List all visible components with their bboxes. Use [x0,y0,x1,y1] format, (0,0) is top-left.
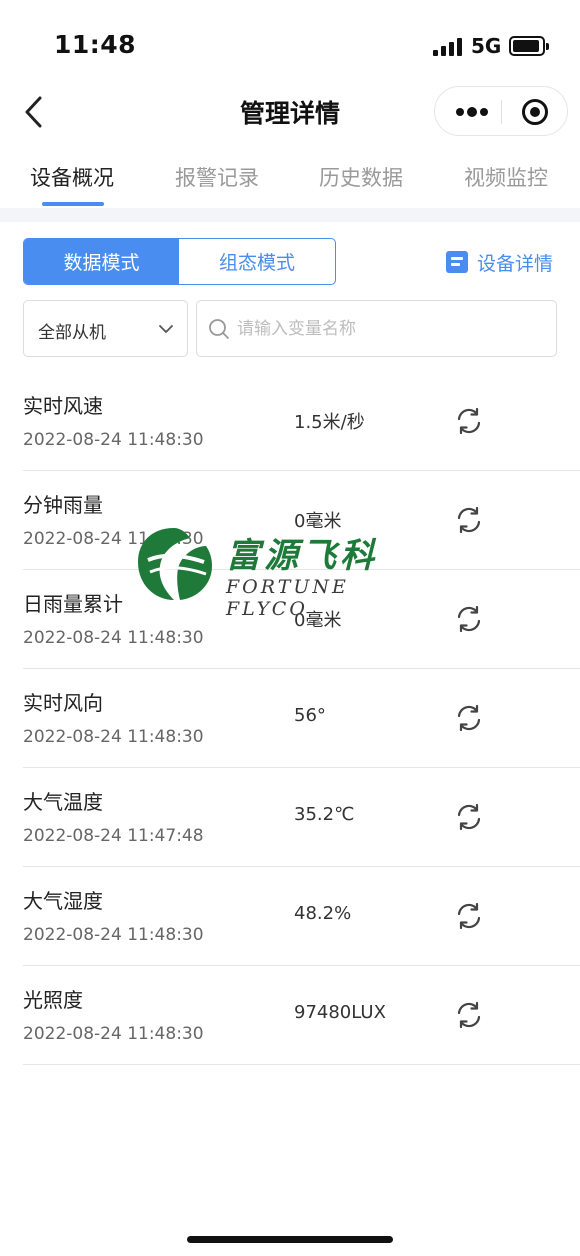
status-bar: 11:48 5G [0,0,580,90]
refresh-icon[interactable] [454,901,484,931]
refresh-icon[interactable] [454,406,484,436]
variable-timestamp: 2022-08-24 11:48:30 [23,925,204,945]
variable-name: 大气温度 [23,790,103,814]
tab-alarms[interactable]: 报警记录 [175,162,259,192]
list-item: 分钟雨量 2022-08-24 11:48:30 0毫米 [23,471,580,570]
config-mode-button[interactable]: 组态模式 [179,239,335,284]
nav-bar: 管理详情 [0,84,580,140]
status-time: 11:48 [54,30,137,59]
network-label: 5G [471,34,502,58]
list-item: 大气温度 2022-08-24 11:47:48 35.2℃ [23,768,580,867]
more-button[interactable] [455,87,491,137]
list-item: 实时风向 2022-08-24 11:48:30 56° [23,669,580,768]
list-item: 大气湿度 2022-08-24 11:48:30 48.2% [23,867,580,966]
chevron-down-icon [159,325,173,333]
variable-value: 0毫米 [294,610,342,631]
target-icon [522,99,548,125]
list-item: 实时风速 2022-08-24 11:48:30 1.5米/秒 [23,372,580,471]
variable-name: 分钟雨量 [23,493,103,517]
variable-value: 56° [294,705,326,726]
variable-timestamp: 2022-08-24 11:48:30 [23,727,204,747]
document-icon [446,251,468,273]
refresh-icon[interactable] [454,703,484,733]
search-box [196,300,557,357]
variable-name: 大气湿度 [23,889,103,913]
signal-icon [433,38,463,56]
variable-timestamp: 2022-08-24 11:48:30 [23,430,204,450]
variable-name: 光照度 [23,988,83,1012]
tab-overview[interactable]: 设备概况 [30,162,114,192]
mode-switch: 数据模式 组态模式 [23,238,336,285]
mini-program-capsule [434,86,568,136]
variable-value: 35.2℃ [294,804,355,825]
variable-name: 实时风向 [23,691,103,715]
capsule-divider [501,100,502,124]
refresh-icon[interactable] [454,604,484,634]
variable-value: 0毫米 [294,511,342,532]
variable-list: 实时风速 2022-08-24 11:48:30 1.5米/秒 分钟雨量 202… [23,372,580,1065]
data-mode-button[interactable]: 数据模式 [24,239,179,284]
variable-timestamp: 2022-08-24 11:47:48 [23,826,204,846]
device-detail-label: 设备详情 [477,252,554,275]
variable-timestamp: 2022-08-24 11:48:30 [23,628,204,648]
close-button[interactable] [521,98,549,126]
tab-bar: 设备概况 报警记录 历史数据 视频监控 [0,152,580,208]
battery-icon [509,36,549,56]
list-item: 日雨量累计 2022-08-24 11:48:30 0毫米 [23,570,580,669]
variable-value: 1.5米/秒 [294,412,365,433]
search-input[interactable] [237,313,537,345]
variable-value: 97480LUX [294,1002,386,1023]
home-indicator [187,1236,393,1243]
variable-timestamp: 2022-08-24 11:48:30 [23,1024,204,1044]
variable-name: 实时风速 [23,394,103,418]
more-icon [456,107,488,117]
variable-name: 日雨量累计 [23,592,123,616]
tab-indicator [42,202,104,206]
refresh-icon[interactable] [454,505,484,535]
tab-history[interactable]: 历史数据 [319,162,403,192]
device-detail-link[interactable]: 设备详情 [446,248,553,276]
search-icon [209,319,229,339]
refresh-icon[interactable] [454,1000,484,1030]
refresh-icon[interactable] [454,802,484,832]
variable-value: 48.2% [294,903,352,924]
slave-select-value: 全部从机 [38,323,106,343]
tab-video[interactable]: 视频监控 [464,162,548,192]
slave-select[interactable]: 全部从机 [23,300,188,357]
section-divider [0,208,580,222]
variable-timestamp: 2022-08-24 11:48:30 [23,529,204,549]
list-item: 光照度 2022-08-24 11:48:30 97480LUX [23,966,580,1065]
